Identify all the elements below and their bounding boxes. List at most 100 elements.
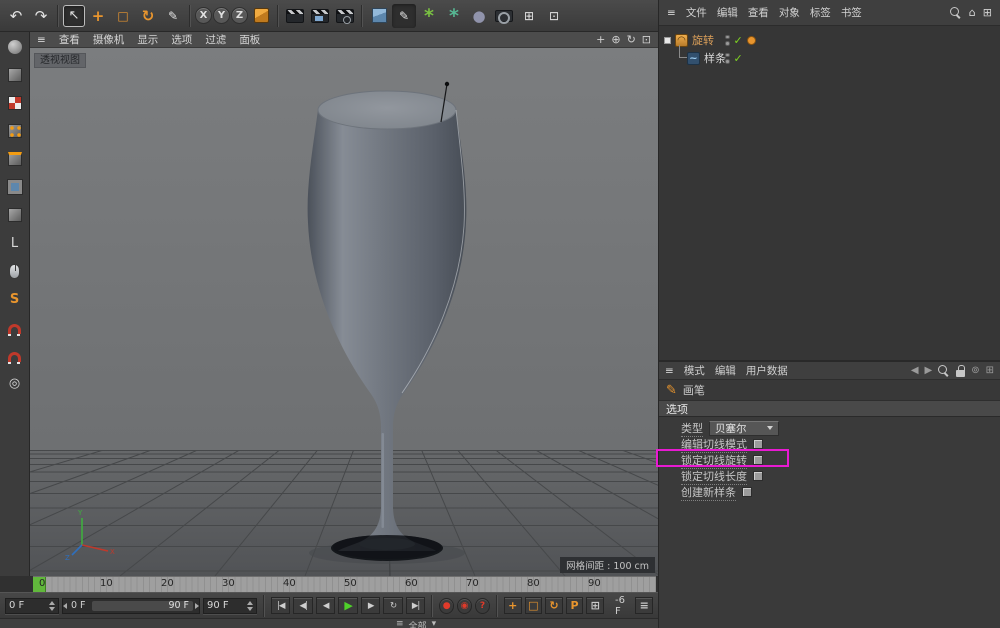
toggle-view-icon[interactable]: ⊡ [642, 33, 651, 46]
model-mode-button[interactable] [4, 65, 26, 85]
strip-dropdown-icon[interactable]: ▾ [432, 619, 437, 628]
loop-button[interactable]: ↻ [383, 597, 403, 614]
find-icon[interactable] [938, 364, 950, 377]
display-menu-button[interactable]: ⊞ [517, 4, 541, 28]
snap-settings-button[interactable] [4, 345, 26, 365]
coordinate-system-button[interactable] [249, 4, 273, 28]
menu-options[interactable]: 选项 [171, 32, 192, 47]
edit-tangent-mode-checkbox[interactable] [753, 439, 763, 449]
menu-filter[interactable]: 过滤 [205, 32, 226, 47]
timeline-ruler[interactable]: 0 10 20 30 40 50 60 70 80 90 [33, 576, 656, 592]
quantize-toggle-button[interactable]: ◎ [4, 373, 26, 393]
object-manager-tree[interactable]: ◠ 旋转 ✓ ~ 样条 ✓ [659, 26, 1000, 360]
viewport-canvas[interactable]: Y X Z 透视视图 网格间距 : 100 cm [30, 48, 658, 576]
goto-end-button[interactable]: ▶| [405, 597, 426, 614]
camera-menu-button[interactable] [492, 4, 516, 28]
object-row-spline[interactable]: ~ 样条 ✓ [659, 45, 1000, 67]
content-menu-button[interactable]: ⊡ [542, 4, 566, 28]
goto-start-button[interactable]: |◀ [270, 597, 291, 614]
menu-file[interactable]: 文件 [686, 5, 707, 20]
scale-tool[interactable]: □ [111, 4, 135, 28]
help-button[interactable]: ? [475, 597, 490, 614]
simulate-menu-button[interactable]: * [442, 4, 466, 28]
range-track[interactable]: 90 F [91, 600, 194, 611]
strip-all-label[interactable]: 全部 [409, 619, 427, 628]
object-mode-button[interactable] [4, 205, 26, 225]
end-frame-field[interactable]: 90 F [203, 597, 257, 614]
menu-display[interactable]: 显示 [137, 32, 158, 47]
last-used-tool[interactable]: ✎ [161, 4, 185, 28]
menu-panel[interactable]: 面板 [239, 32, 260, 47]
key-rotation-button[interactable]: ↻ [545, 597, 563, 614]
menu-tags[interactable]: 标签 [810, 5, 831, 20]
om-menu-icon[interactable]: ≡ [667, 7, 676, 19]
lock-x-axis-button[interactable]: X [195, 7, 212, 24]
move-tool[interactable]: + [86, 4, 110, 28]
options-section-header[interactable]: 选项 [659, 401, 1000, 417]
object-name[interactable]: 样条 [704, 50, 726, 66]
panel-menu-icon[interactable]: ⊞ [983, 6, 992, 19]
solo-mode-button[interactable]: S [4, 289, 26, 309]
type-dropdown[interactable]: 贝塞尔 [709, 420, 779, 436]
lock-tangent-rotation-checkbox[interactable] [753, 455, 763, 465]
key-position-button[interactable]: + [503, 597, 522, 614]
panel-menu-icon[interactable]: ⊞ [986, 365, 994, 376]
render-view-button[interactable] [283, 4, 307, 28]
object-name[interactable]: 旋转 [692, 32, 714, 48]
key-parameter-button[interactable]: P [565, 597, 584, 614]
render-settings-button[interactable] [333, 4, 357, 28]
autokey-button[interactable]: ◉ [457, 597, 473, 614]
menu-bookmarks[interactable]: 书签 [841, 5, 862, 20]
snap-toggle-button[interactable] [4, 317, 26, 337]
range-right-arrow-icon[interactable] [195, 602, 200, 609]
tag-icon[interactable] [746, 35, 756, 45]
spinner-arrows-icon[interactable] [246, 600, 253, 611]
follow-icon[interactable]: ⊚ [971, 365, 979, 376]
lock-z-axis-button[interactable]: Z [231, 7, 248, 24]
redo-icon[interactable]: ↷ [29, 4, 53, 28]
undo-icon[interactable]: ↶ [4, 4, 28, 28]
lock-icon[interactable] [956, 364, 966, 377]
menu-view[interactable]: 查看 [59, 32, 80, 47]
prev-frame-button[interactable]: ◀ [315, 597, 336, 614]
enabled-check-icon[interactable]: ✓ [734, 52, 743, 65]
add-primitive-button[interactable] [367, 4, 391, 28]
points-mode-button[interactable] [4, 121, 26, 141]
find-icon[interactable] [949, 6, 962, 19]
lock-y-axis-button[interactable]: Y [213, 7, 230, 24]
viewport-select-button[interactable] [4, 261, 26, 281]
pan-view-icon[interactable]: + [596, 33, 605, 46]
key-scale-button[interactable]: □ [524, 597, 543, 614]
record-keyframe-button[interactable]: ● [439, 597, 455, 614]
frame-range-slider[interactable]: 0 F 90 F [61, 597, 201, 614]
rotate-tool[interactable]: ↻ [136, 4, 160, 28]
polygons-mode-button[interactable] [4, 177, 26, 197]
menu-camera[interactable]: 摄像机 [93, 32, 125, 47]
create-new-spline-checkbox[interactable] [742, 487, 752, 497]
live-selection-tool[interactable]: ↖ [63, 4, 85, 27]
menu-edit[interactable]: 编辑 [717, 5, 738, 20]
object-row-lathe[interactable]: ◠ 旋转 ✓ [659, 31, 1000, 49]
mograph-menu-button[interactable]: * [417, 4, 441, 28]
make-editable-button[interactable] [4, 37, 26, 57]
history-forward-icon[interactable]: ▶ [925, 365, 933, 376]
render-picture-viewer-button[interactable] [308, 4, 332, 28]
enabled-check-icon[interactable]: ✓ [734, 34, 743, 47]
fold-icon[interactable] [664, 36, 671, 44]
strip-menu-icon[interactable]: ≡ [396, 619, 404, 628]
am-menu-icon[interactable]: ≡ [665, 365, 674, 377]
menu-objects[interactable]: 对象 [779, 5, 800, 20]
edges-mode-button[interactable] [4, 149, 26, 169]
tab-edit[interactable]: 编辑 [715, 363, 736, 378]
home-icon[interactable]: ⌂ [969, 6, 976, 19]
lock-tangent-length-checkbox[interactable] [753, 471, 763, 481]
axis-mode-button[interactable]: L [4, 233, 26, 253]
key-pla-button[interactable]: ⊞ [586, 597, 605, 614]
spline-pen-button[interactable]: ✎ [392, 3, 416, 28]
tab-mode[interactable]: 模式 [684, 363, 705, 378]
prev-key-button[interactable]: ◀| [293, 597, 313, 614]
rotate-view-icon[interactable]: ↻ [627, 33, 636, 46]
timeline-menu-button[interactable]: ≡ [635, 597, 654, 614]
deformer-menu-button[interactable]: ● [467, 4, 491, 28]
menu-view[interactable]: 查看 [748, 5, 769, 20]
